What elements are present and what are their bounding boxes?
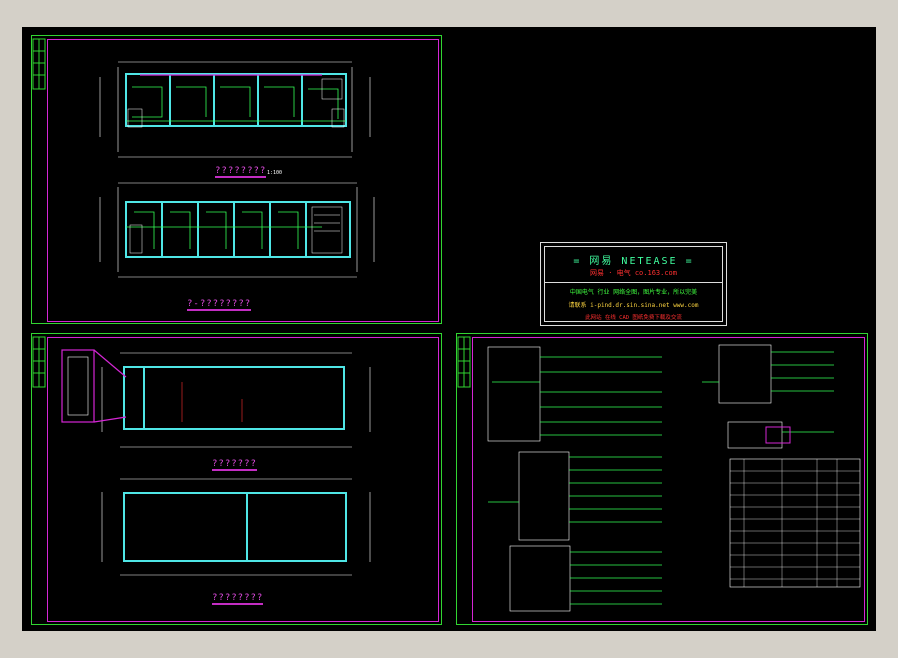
watermark-stamp: = 网易 NETEASE = 网易 · 电气 co.163.com 中国电气 行… [540,242,727,326]
stamp-contact-line: 请联系 i-pind.dr.sin.sina.net www.com [568,302,699,309]
stamp-domain-line: 网易 · 电气 co.163.com [589,269,677,277]
drawing-title-second-floor: ?-???????? [187,299,252,311]
drawing-title-roof-plan: ??????? [212,459,257,471]
drawing-scale-first-floor: 1:100 [267,170,283,176]
stamp-brand-line: = 网易 NETEASE = [573,256,694,267]
drawing-title-first-floor: ???????? [215,166,267,178]
stamp-inner-frame: = 网易 NETEASE = 网易 · 电气 co.163.com 中国电气 行… [544,246,723,322]
drawing-layer [32,38,861,612]
drawing-title-foundation-plan: ???????? [212,593,264,605]
stamp-slogan-line: 中国电气 行业 网络全图，图片专业，所以完美 [569,289,698,296]
stamp-footer-line: 此网站 在线 CAD 图纸免费下载及交流 [585,315,682,321]
cad-canvas[interactable]: ???????? 1:100 ?-???????? ??????? ??????… [22,27,876,631]
